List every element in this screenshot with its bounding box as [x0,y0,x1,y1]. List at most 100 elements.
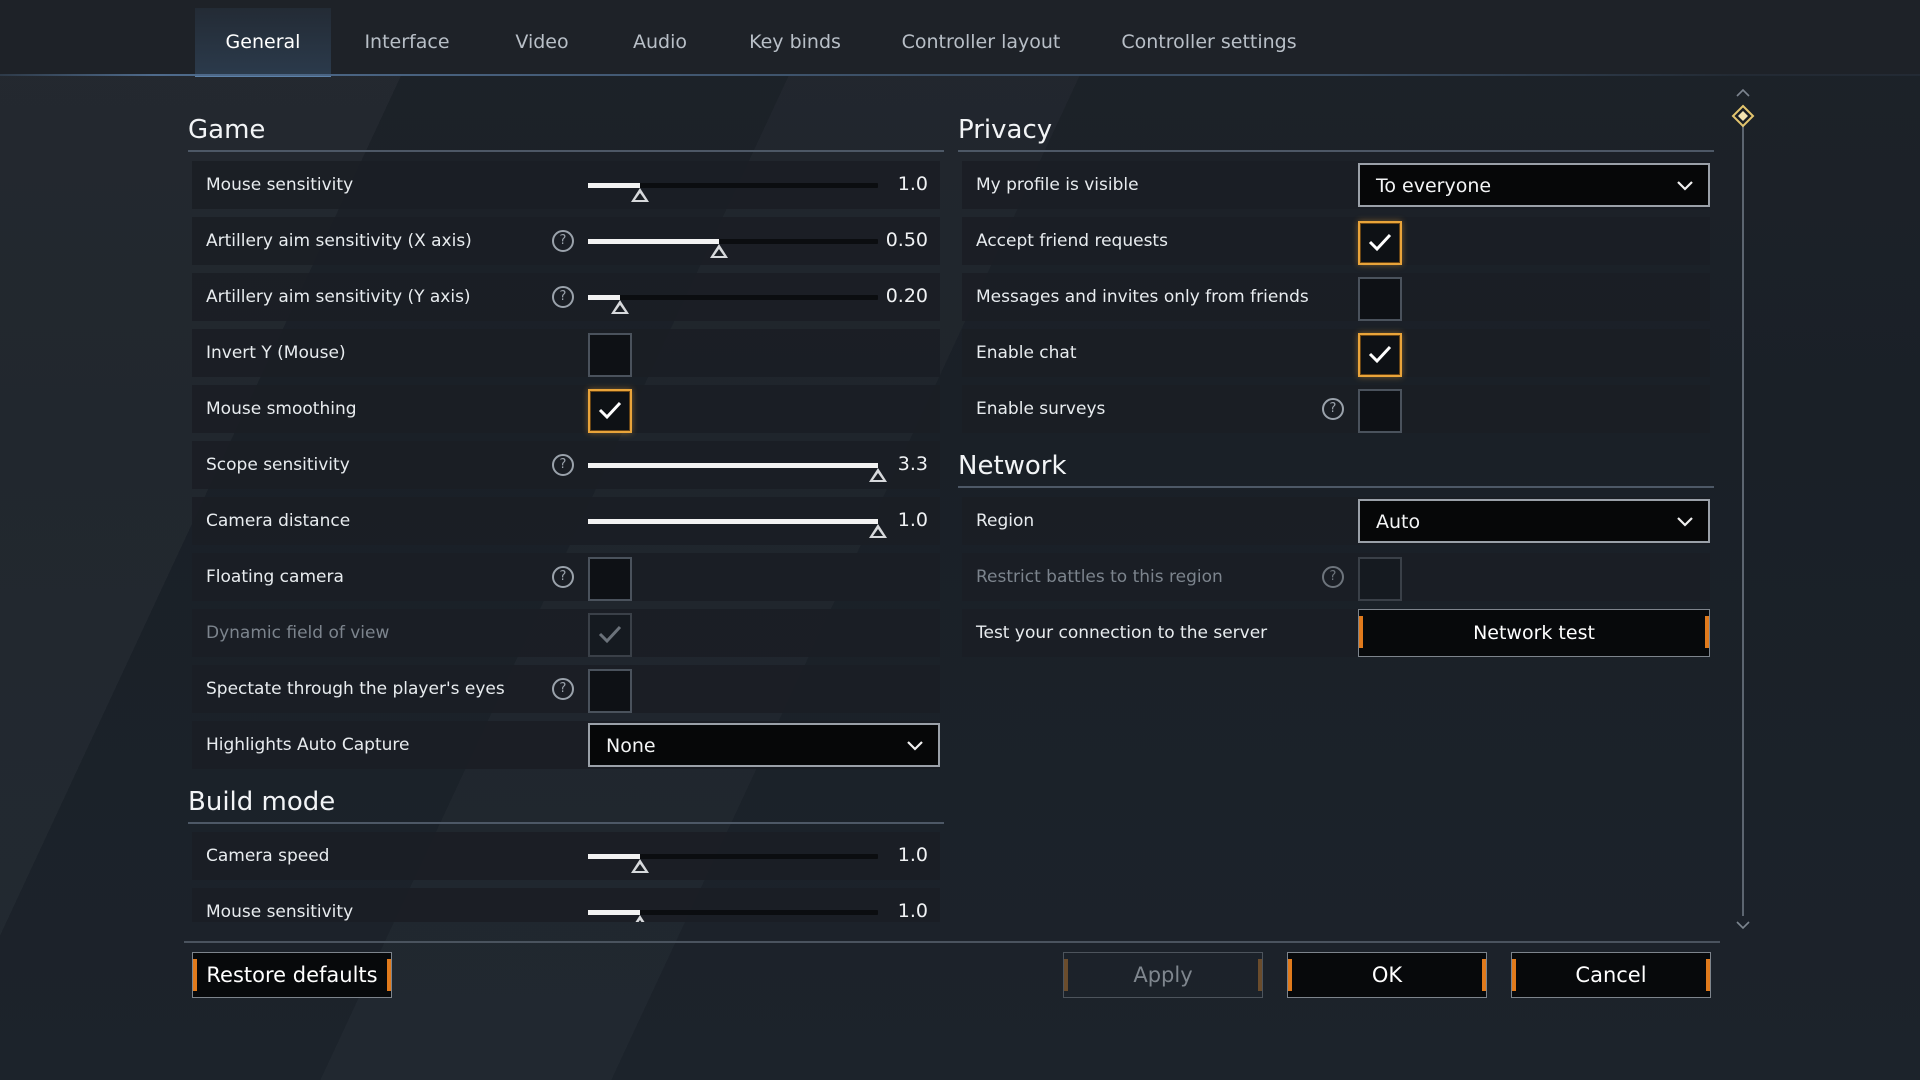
checkmark-icon [1368,345,1392,364]
row-dynamic-fov: Dynamic field of view [192,609,940,657]
mouse-smoothing-checkbox[interactable] [588,389,632,433]
setting-label: Scope sensitivity [206,455,350,475]
row-profile-visible: My profile is visible To everyone [962,161,1710,209]
section-divider [958,150,1714,152]
row-region: Region Auto [962,497,1710,545]
row-mouse-sensitivity: Mouse sensitivity 1.0 [192,161,940,209]
slider-thumb[interactable] [611,300,629,314]
setting-label: Camera speed [206,846,330,866]
restrict-region-checkbox [1358,557,1402,601]
setting-label: Test your connection to the server [976,623,1268,643]
setting-label: Artillery aim sensitivity (Y axis) [206,287,471,307]
settings-content: Game Mouse sensitivity 1.0 Artillery aim… [0,0,1920,922]
setting-label: Camera distance [206,511,351,531]
dropdown-value: To everyone [1376,175,1492,197]
setting-label: Floating camera [206,567,344,587]
slider-value: 1.0 [897,509,928,531]
setting-label: Accept friend requests [976,231,1168,251]
row-invert-y: Invert Y (Mouse) [192,329,940,377]
scope-sensitivity-slider[interactable]: 3.3 [588,441,938,489]
checkmark-icon [1368,233,1392,252]
slider-value: 0.20 [885,285,928,307]
help-icon[interactable]: ? [552,678,574,700]
network-test-button[interactable]: Network test [1358,609,1710,657]
help-icon[interactable]: ? [1322,566,1344,588]
setting-label: Dynamic field of view [206,623,390,643]
help-icon[interactable]: ? [552,566,574,588]
row-build-mouse-sensitivity: Mouse sensitivity 1.0 [192,888,940,922]
row-build-camera-speed: Camera speed 1.0 [192,832,940,880]
section-title-privacy: Privacy [958,115,1053,145]
footer-divider [184,941,1720,943]
setting-label: Mouse smoothing [206,399,357,419]
row-scope-sensitivity: Scope sensitivity ? 3.3 [192,441,940,489]
chevron-down-icon [907,741,923,751]
slider-value: 3.3 [897,453,928,475]
cancel-button[interactable]: Cancel [1511,952,1711,998]
checkmark-icon [598,625,622,644]
setting-label: Restrict battles to this region [976,567,1223,587]
row-mouse-smoothing: Mouse smoothing [192,385,940,433]
artillery-y-slider[interactable]: 0.20 [588,273,938,321]
section-title-network: Network [958,451,1067,481]
setting-label: Highlights Auto Capture [206,735,410,755]
chevron-up-icon[interactable] [1735,88,1751,98]
enable-surveys-checkbox[interactable] [1358,389,1402,433]
slider-thumb[interactable] [710,244,728,258]
setting-label: Messages and invites only from friends [976,287,1309,307]
ok-button[interactable]: OK [1287,952,1487,998]
help-icon[interactable]: ? [552,286,574,308]
slider-thumb[interactable] [631,915,649,922]
section-title-game: Game [188,115,266,145]
slider-thumb[interactable] [631,859,649,873]
section-divider [188,150,944,152]
slider-value: 1.0 [897,900,928,922]
region-dropdown[interactable]: Auto [1358,499,1710,543]
friends-only-checkbox[interactable] [1358,277,1402,321]
row-restrict-region: Restrict battles to this region ? [962,553,1710,601]
setting-label: Invert Y (Mouse) [206,343,346,363]
spectate-eyes-checkbox[interactable] [588,669,632,713]
slider-value: 1.0 [897,173,928,195]
artillery-x-slider[interactable]: 0.50 [588,217,938,265]
scrollbar-track[interactable] [1742,108,1744,916]
row-artillery-x: Artillery aim sensitivity (X axis) ? 0.5… [192,217,940,265]
dropdown-value: None [606,735,656,757]
row-enable-chat: Enable chat [962,329,1710,377]
slider-value: 0.50 [885,229,928,251]
mouse-sensitivity-slider[interactable]: 1.0 [588,161,938,209]
row-friends-only: Messages and invites only from friends [962,273,1710,321]
row-enable-surveys: Enable surveys ? [962,385,1710,433]
section-title-build-mode: Build mode [188,787,336,817]
slider-value: 1.0 [897,844,928,866]
enable-chat-checkbox[interactable] [1358,333,1402,377]
slider-thumb[interactable] [631,188,649,202]
checkmark-icon [598,401,622,420]
row-camera-distance: Camera distance 1.0 [192,497,940,545]
floating-camera-checkbox[interactable] [588,557,632,601]
section-divider [958,486,1714,488]
help-icon[interactable]: ? [552,454,574,476]
highlights-dropdown[interactable]: None [588,723,940,767]
row-artillery-y: Artillery aim sensitivity (Y axis) ? 0.2… [192,273,940,321]
apply-button[interactable]: Apply [1063,952,1263,998]
help-icon[interactable]: ? [1322,398,1344,420]
build-camera-speed-slider[interactable]: 1.0 [588,832,938,880]
row-friend-requests: Accept friend requests [962,217,1710,265]
dropdown-value: Auto [1376,511,1421,533]
restore-defaults-button[interactable]: Restore defaults [192,952,392,998]
setting-label: Mouse sensitivity [206,175,354,195]
setting-label: My profile is visible [976,175,1139,195]
build-mouse-sensitivity-slider[interactable]: 1.0 [588,888,938,922]
camera-distance-slider[interactable]: 1.0 [588,497,938,545]
friend-requests-checkbox[interactable] [1358,221,1402,265]
help-icon[interactable]: ? [552,230,574,252]
chevron-down-icon [1677,517,1693,527]
setting-label: Mouse sensitivity [206,902,354,922]
invert-y-checkbox[interactable] [588,333,632,377]
scroll-thumb-diamond-icon[interactable] [1731,104,1755,128]
chevron-down-icon[interactable] [1735,920,1751,930]
profile-visibility-dropdown[interactable]: To everyone [1358,163,1710,207]
row-floating-camera: Floating camera ? [192,553,940,601]
setting-label: Artillery aim sensitivity (X axis) [206,231,472,251]
